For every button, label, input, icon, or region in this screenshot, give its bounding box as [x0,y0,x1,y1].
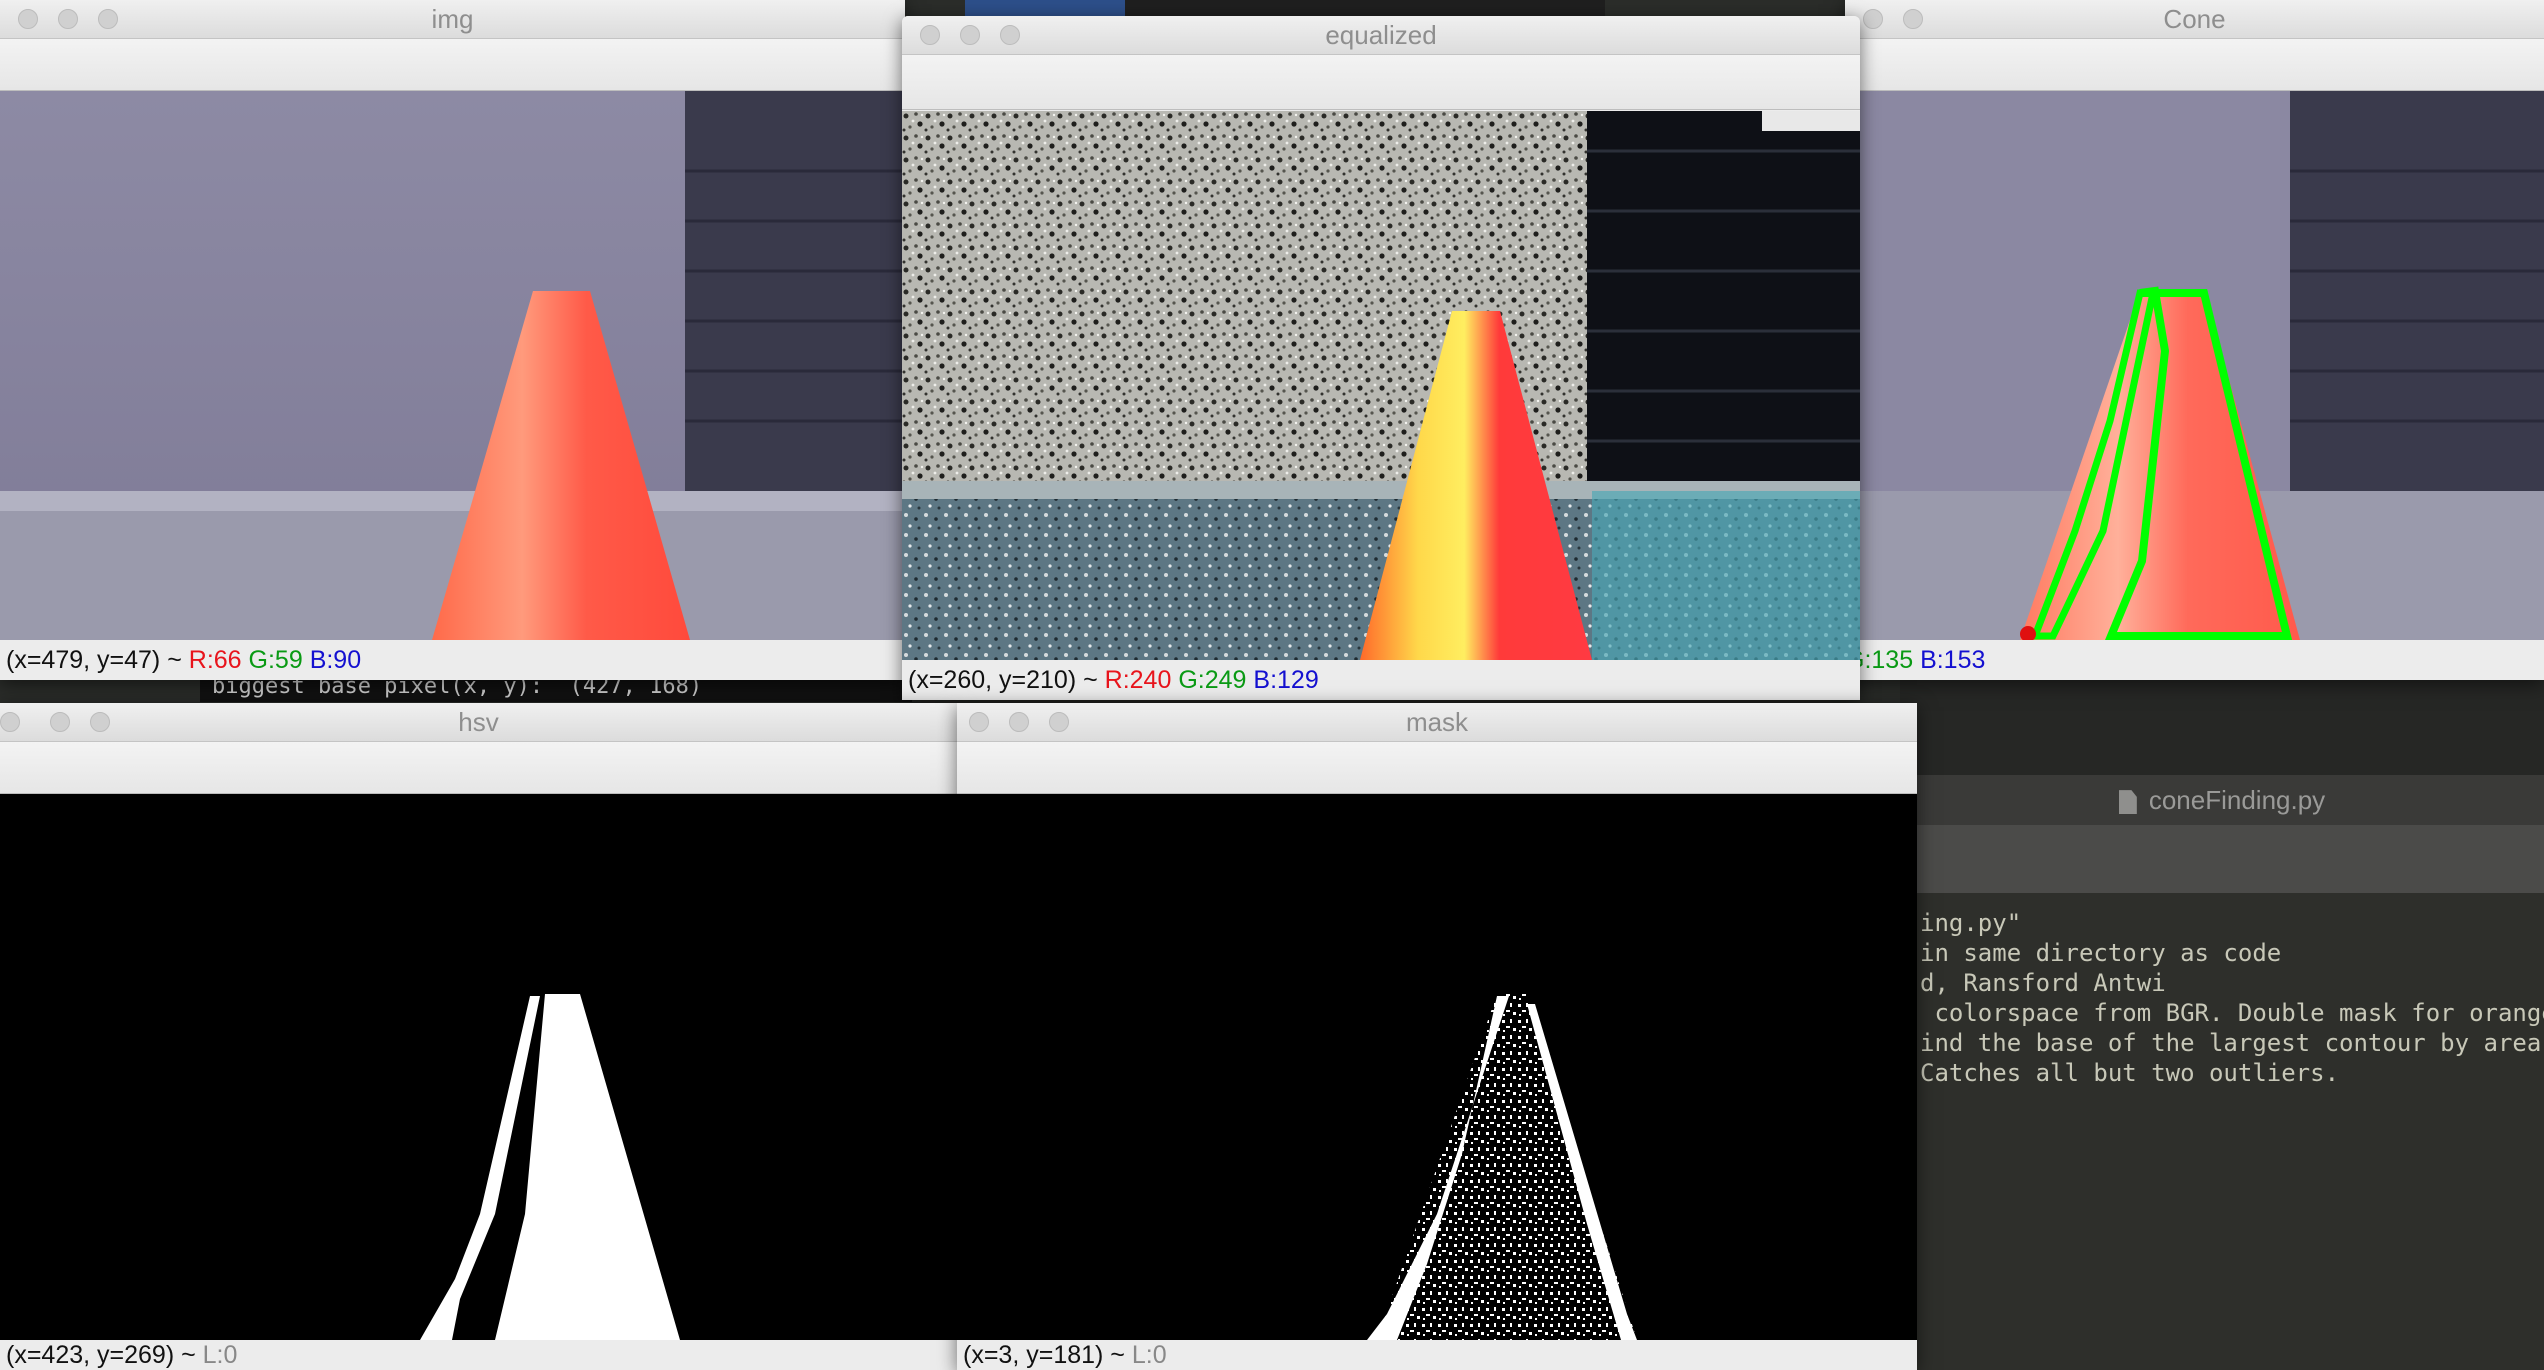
image-canvas[interactable] [1845,91,2544,640]
green-value: G:249 [1178,666,1247,694]
editor-tab[interactable]: coneFinding.py [1900,775,2544,825]
image-canvas[interactable] [902,111,1860,660]
code-editor[interactable]: coneFinding.py ing.py" in same directory … [1900,775,2544,1370]
code-line: colorspace from BGR. Double mask for ora… [1920,999,2544,1027]
window-title: mask [1405,707,1469,737]
luminance-value: L:0 [202,1341,238,1369]
window-title: equalized [1325,20,1437,50]
blue-value: B:90 [309,646,362,674]
title-bar[interactable]: mask [957,703,1917,742]
window-toolbar [957,742,1917,794]
code-line: ind the base of the largest contour by a… [1920,1029,2544,1057]
title-bar[interactable]: img [0,0,905,39]
window-title: hsv [458,707,499,737]
status-bar: (x=479, y=47) ~ R:66 G:59 B:90 [0,640,905,680]
code-line: Catches all but two outliers. [1920,1059,2340,1087]
green-value: G:59 [248,646,303,674]
python-file-icon [2118,790,2137,815]
status-bar: G:135 B:153 [1845,640,2544,680]
image-canvas[interactable] [957,794,1917,1340]
mask-image [957,794,1917,1340]
coords-readout: (x=423, y=269) ~ [6,1341,203,1369]
code-line: d, Ransford Antwi [1920,969,2166,997]
window-toolbar [0,39,905,91]
window-img[interactable]: img (x=479, y=47) ~ R:66 G:59 B:90 [0,0,905,680]
title-bar[interactable]: Cone [1845,0,2544,39]
title-bar[interactable]: hsv [0,703,957,742]
window-toolbar [1845,39,2544,91]
status-bar: (x=260, y=210) ~ R:240 G:249 B:129 [902,660,1860,700]
blue-value: B:153 [1920,646,1986,674]
editor-toolbar-dark [1900,680,2544,775]
window-equalized[interactable]: equalized (x=260, y=210) ~ R:240 G:249 B… [902,16,1860,700]
window-mask[interactable]: mask (x=3, y=181) ~ L:0 [957,703,1917,1370]
status-bar: (x=423, y=269) ~ L:0 [0,1340,957,1370]
window-toolbar [0,742,957,794]
code-line: ing.py" [1920,909,2022,937]
editor-toolbar [1900,825,2544,893]
window-title: Cone [2163,4,2226,34]
contour-photo [1845,91,2544,640]
red-value: R:66 [188,646,242,674]
equalized-photo [902,111,1860,660]
image-canvas[interactable] [0,91,905,640]
cone-photo [0,91,905,640]
image-canvas[interactable] [0,794,957,1340]
title-bar[interactable]: equalized [902,16,1860,55]
window-cone[interactable]: Cone G:135 B:153 [1845,0,2544,680]
red-value: R:240 [1104,666,1172,694]
blue-value: B:129 [1253,666,1319,694]
coords-readout: (x=3, y=181) ~ [963,1341,1132,1369]
coords-readout: (x=260, y=210) ~ [908,666,1105,694]
hsv-mask-image [0,794,957,1340]
window-hsv[interactable]: hsv (x=423, y=269) ~ L:0 [0,703,957,1370]
editor-tab-title: coneFinding.py [2148,785,2326,815]
coords-readout: (x=479, y=47) ~ [6,646,189,674]
code-area[interactable]: ing.py" in same directory as code d, Ransf… [1920,893,2544,1370]
status-bar: (x=3, y=181) ~ L:0 [957,1340,1917,1370]
window-toolbar [902,55,1860,110]
window-title: img [431,4,474,34]
code-line: in same directory as code [1920,939,2282,967]
luminance-value: L:0 [1131,1341,1167,1369]
